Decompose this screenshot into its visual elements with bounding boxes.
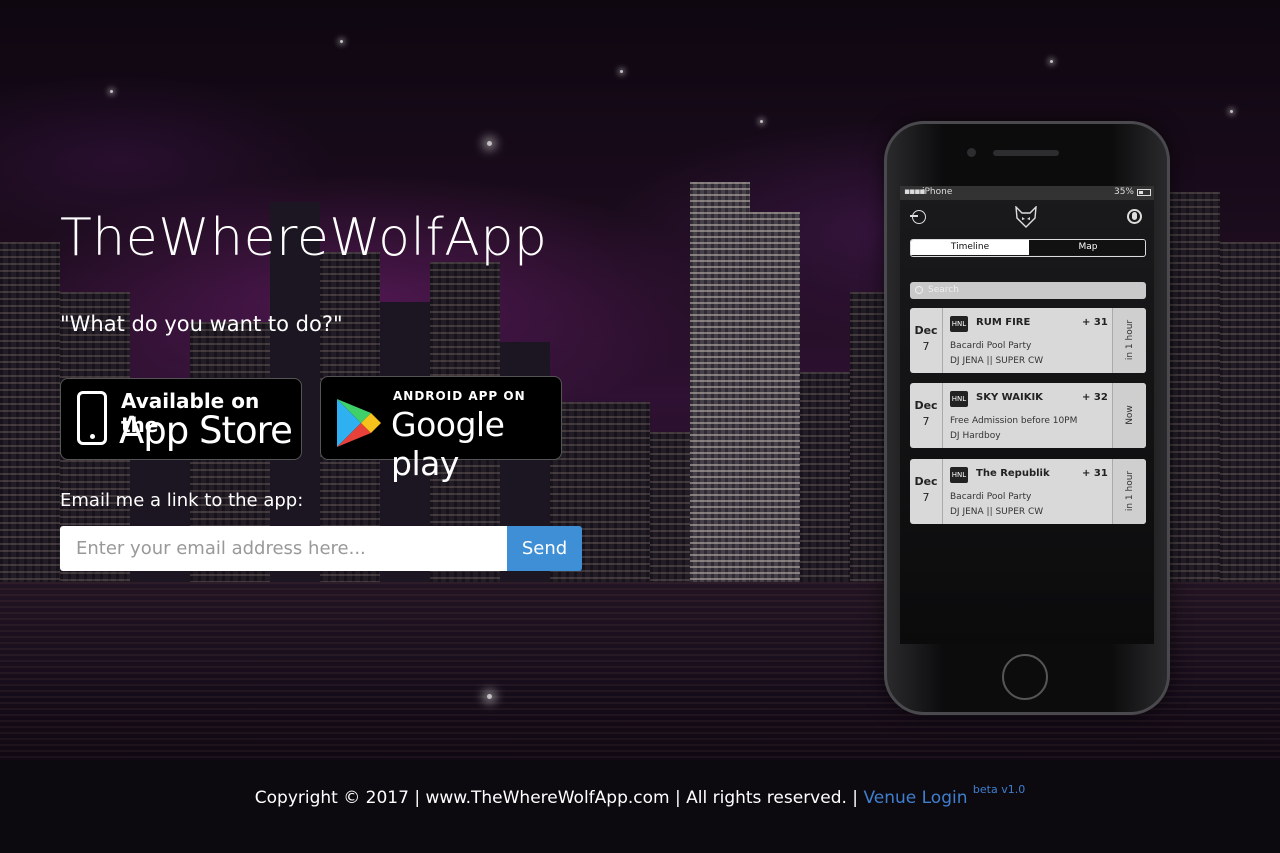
app-store-line2: App Store bbox=[119, 409, 293, 452]
event-when: in 1 hour bbox=[1125, 470, 1135, 512]
event-line2: DJ JENA || SUPER CW bbox=[950, 356, 1044, 366]
event-time: in 1 hour bbox=[1112, 459, 1146, 524]
home-button[interactable] bbox=[1002, 654, 1048, 700]
event-when: Now bbox=[1125, 405, 1135, 425]
email-label: Email me a link to the app: bbox=[60, 490, 304, 511]
event-month: Dec bbox=[914, 475, 938, 488]
venue-logo: HNL bbox=[950, 391, 968, 407]
event-count: + 31 bbox=[1082, 468, 1108, 479]
event-when: in 1 hour bbox=[1125, 319, 1135, 361]
event-card[interactable]: Dec 7 HNL The Republik + 31 Bacardi Pool… bbox=[910, 459, 1146, 524]
event-date: Dec 7 bbox=[910, 383, 943, 448]
event-line2: DJ Hardboy bbox=[950, 431, 1001, 441]
event-date: Dec 7 bbox=[910, 308, 943, 373]
phone-speaker bbox=[993, 150, 1059, 156]
event-card[interactable]: Dec 7 HNL RUM FIRE + 31 Bacardi Pool Par… bbox=[910, 308, 1146, 373]
profile-icon[interactable] bbox=[1127, 209, 1142, 224]
send-button[interactable]: Send bbox=[507, 526, 582, 571]
event-month: Dec bbox=[914, 399, 938, 412]
google-play-button[interactable]: ANDROID APP ON Google play bbox=[320, 376, 562, 483]
tagline: "What do you want to do?" bbox=[60, 312, 343, 336]
footer: Copyright © 2017 | www.TheWhereWolfApp.c… bbox=[0, 760, 1280, 853]
app-title: TheWhereWolfApp bbox=[60, 208, 548, 268]
event-day: 7 bbox=[922, 491, 930, 504]
event-card[interactable]: Dec 7 HNL SKY WAIKIK + 32 Free Admission… bbox=[910, 383, 1146, 448]
status-battery: 35% bbox=[1113, 187, 1134, 197]
event-line1: Free Admission before 10PM bbox=[950, 416, 1078, 426]
tab-map[interactable]: Map bbox=[1029, 240, 1145, 255]
google-play-line1: ANDROID APP ON bbox=[393, 389, 526, 403]
phone-mockup: ▪▪▪▪ iPhone 35% Timeline Map Search Dec bbox=[884, 121, 1170, 715]
logout-icon[interactable] bbox=[910, 210, 926, 224]
event-day: 7 bbox=[922, 340, 930, 353]
footer-line: Copyright © 2017 | www.TheWhereWolfApp.c… bbox=[0, 783, 1280, 808]
event-count: + 32 bbox=[1082, 392, 1108, 403]
tab-timeline[interactable]: Timeline bbox=[911, 240, 1029, 255]
search-placeholder: Search bbox=[928, 285, 959, 295]
phone-icon bbox=[77, 391, 107, 445]
google-play-line2: Google play bbox=[391, 405, 505, 483]
app-header bbox=[900, 200, 1154, 236]
venue-logo: HNL bbox=[950, 467, 968, 483]
event-venue: The Republik bbox=[976, 468, 1050, 479]
event-time: in 1 hour bbox=[1112, 308, 1146, 373]
phone-screen: ▪▪▪▪ iPhone 35% Timeline Map Search Dec bbox=[900, 186, 1154, 644]
view-tabs: Timeline Map bbox=[910, 239, 1146, 257]
battery-icon bbox=[1137, 189, 1151, 196]
search-field[interactable]: Search bbox=[910, 282, 1146, 299]
event-time: Now bbox=[1112, 383, 1146, 448]
status-bar: ▪▪▪▪ iPhone 35% bbox=[900, 186, 1154, 200]
event-count: + 31 bbox=[1082, 317, 1108, 328]
email-input[interactable] bbox=[60, 526, 508, 571]
venue-login-link[interactable]: Venue Login bbox=[863, 788, 967, 808]
event-month: Dec bbox=[914, 324, 938, 337]
event-line1: Bacardi Pool Party bbox=[950, 492, 1032, 502]
camera-dot bbox=[967, 148, 976, 157]
copyright-text: Copyright © 2017 | www.TheWhereWolfApp.c… bbox=[254, 788, 859, 808]
wolf-logo-icon bbox=[1015, 206, 1037, 228]
app-store-button[interactable]: Available on the App Store bbox=[60, 378, 302, 460]
event-date: Dec 7 bbox=[910, 459, 943, 524]
event-line2: DJ JENA || SUPER CW bbox=[950, 507, 1044, 517]
search-icon bbox=[915, 286, 923, 294]
event-venue: SKY WAIKIK bbox=[976, 392, 1043, 403]
beta-tag: beta v1.0 bbox=[972, 783, 1026, 796]
venue-logo: HNL bbox=[950, 316, 968, 332]
event-venue: RUM FIRE bbox=[976, 317, 1031, 328]
event-day: 7 bbox=[922, 415, 930, 428]
play-store-icon bbox=[337, 399, 381, 447]
status-carrier: iPhone bbox=[922, 187, 953, 197]
event-line1: Bacardi Pool Party bbox=[950, 341, 1032, 351]
